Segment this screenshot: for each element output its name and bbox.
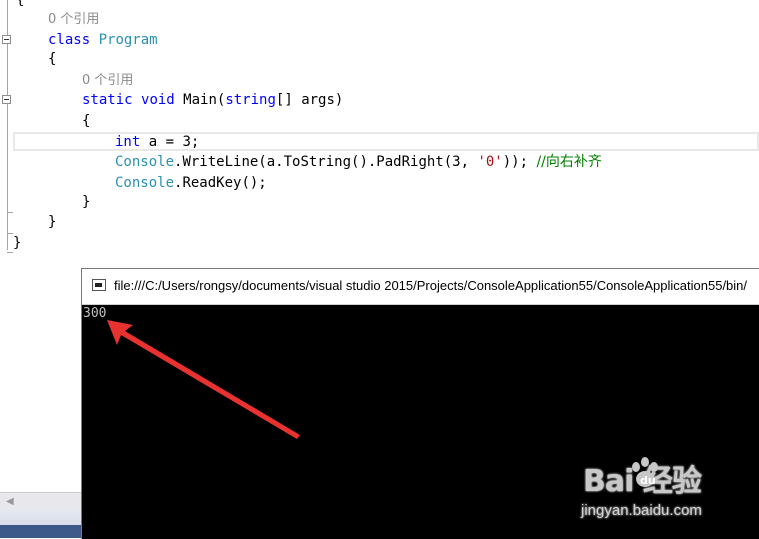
svg-text:du: du bbox=[640, 474, 656, 487]
code-line-brace-class-open: { bbox=[48, 51, 57, 67]
red-arrow-annotation bbox=[107, 320, 300, 439]
watermark-url: jingyan.baidu.com bbox=[581, 502, 702, 519]
outline-end-tick bbox=[7, 212, 13, 213]
code-line-int-declaration: int a = 3; bbox=[115, 134, 200, 150]
console-app-icon[interactable] bbox=[92, 279, 106, 291]
code-line-brace-open-top: { bbox=[16, 0, 25, 8]
code-line-writeline: Console.WriteLine(a.ToString().PadRight(… bbox=[115, 154, 602, 170]
console-titlebar[interactable]: file:///C:/Users/rongsy/documents/visual… bbox=[82, 269, 759, 305]
collapse-method-icon[interactable] bbox=[2, 95, 11, 104]
baidu-paw-icon: du bbox=[632, 457, 658, 487]
scroll-left-icon[interactable]: ◀ bbox=[6, 496, 14, 507]
code-line-brace-method-open: { bbox=[82, 113, 91, 129]
code-line-brace-method-close: } bbox=[82, 194, 91, 210]
code-line-brace-namespace-close: } bbox=[13, 235, 22, 251]
taskbar-dark-strip bbox=[0, 525, 81, 538]
code-lens-references[interactable]: 0 个引用 bbox=[82, 70, 133, 91]
console-title: file:///C:/Users/rongsy/documents/visual… bbox=[114, 278, 748, 293]
baidu-jingyan-watermark: Bai 经验 du jingyan.baidu.com bbox=[581, 456, 731, 522]
collapse-class-icon[interactable] bbox=[2, 35, 11, 44]
arrow-shape bbox=[107, 320, 300, 439]
code-line-class-declaration: class Program bbox=[48, 32, 158, 48]
code-line-main-signature: static void Main(string[] args) bbox=[82, 92, 344, 108]
taskbar-fragment bbox=[0, 509, 81, 538]
code-line-brace-class-close: } bbox=[48, 214, 57, 230]
code-lens-references[interactable]: 0 个引用 bbox=[48, 9, 99, 30]
code-line-readkey: Console.ReadKey(); bbox=[115, 175, 267, 191]
editor-scrollbar[interactable]: ◀ bbox=[0, 492, 81, 509]
